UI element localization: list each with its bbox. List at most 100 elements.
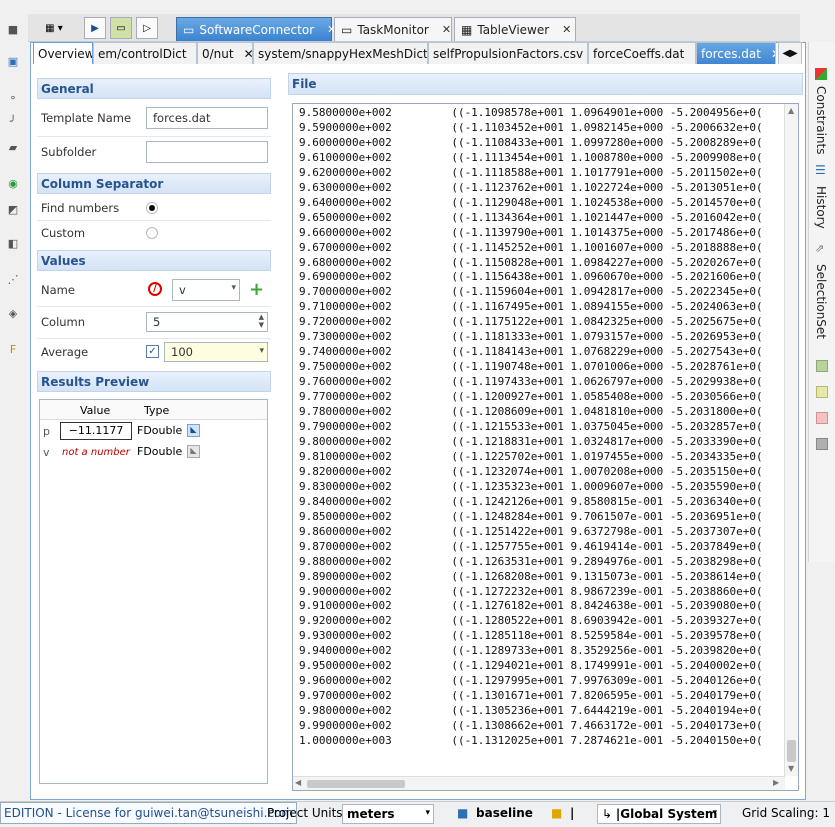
file-line: 9.7600000e+002 ((-1.1197433e+001 1.06267…	[299, 375, 763, 389]
horizontal-scrollbar[interactable]: ◀ ▶	[293, 776, 785, 790]
file-line: 9.8000000e+002 ((-1.1218831e+001 1.03248…	[299, 434, 763, 448]
tab-constraints[interactable]: Constraints	[810, 86, 832, 154]
close-icon[interactable]: ✕	[442, 23, 451, 36]
green-swatch-icon[interactable]	[816, 360, 828, 372]
column-stepper[interactable]: 5 ▲ ▼	[146, 312, 268, 332]
status-bar: EDITION - License for guiwei.tan@tsuneis…	[0, 801, 835, 827]
file-line: 9.9500000e+002 ((-1.1294021e+001 8.17499…	[299, 659, 763, 673]
coordinate-system-select[interactable]: ↳ |Global System ▾	[597, 804, 721, 824]
row-value-error[interactable]: not a number	[62, 447, 130, 458]
file-line: 9.9300000e+002 ((-1.1285118e+001 8.52595…	[299, 629, 763, 643]
tab-selection-set[interactable]: SelectionSet	[810, 264, 832, 339]
function-icon[interactable]: F	[6, 342, 20, 356]
scroll-thumb[interactable]	[307, 780, 405, 788]
find-numbers-label: Find numbers	[41, 201, 120, 215]
select-icon[interactable]: ▣	[6, 54, 20, 68]
tab-label: Overview	[38, 46, 93, 61]
chart-icon[interactable]: ◣	[187, 424, 200, 437]
point-icon[interactable]: ∘	[6, 90, 20, 104]
tab-scroll-arrows[interactable]: ◀▶	[778, 42, 802, 64]
layout-menu-icon[interactable]: ▦ ▾	[38, 17, 70, 39]
tab-table-viewer[interactable]: ▦ TableViewer ✕	[454, 17, 576, 41]
folder-icon[interactable]: ■	[6, 22, 20, 36]
custom-radio[interactable]	[146, 227, 158, 239]
tab-forces-dat[interactable]: forces.dat ✕	[696, 42, 776, 64]
close-icon[interactable]: ✕	[562, 23, 571, 36]
pink-swatch-icon[interactable]	[816, 412, 828, 424]
average-checkbox[interactable]: ✓	[146, 345, 159, 358]
gray-swatch-icon[interactable]	[816, 438, 828, 450]
file-viewer[interactable]: 9.5800000e+002 ((-1.1098578e+001 1.09649…	[292, 103, 799, 791]
scroll-left-icon[interactable]: ◀	[295, 778, 301, 787]
tab-self-propulsion-factors[interactable]: selfPropulsionFactors.csv✕	[428, 42, 588, 64]
name-select[interactable]: v ▾	[172, 279, 240, 301]
template-name-field[interactable]: forces.dat	[146, 107, 268, 129]
vertical-scrollbar[interactable]: ▲ ▼	[784, 104, 798, 776]
baseline-text[interactable]: baseline	[476, 806, 533, 820]
scroll-down-icon[interactable]: ▼	[788, 764, 794, 773]
history-icon: ☰	[815, 163, 826, 177]
tab-history[interactable]: History	[810, 186, 832, 229]
yellow-swatch-icon[interactable]	[816, 386, 828, 398]
close-icon[interactable]: ✕	[244, 47, 252, 61]
subfolder-field[interactable]	[146, 141, 268, 163]
add-icon[interactable]: +	[249, 279, 264, 300]
results-table: Value Type p −11.1177 FDouble ◣ v not a …	[39, 399, 268, 784]
tab-snappy-hex-mesh-dict[interactable]: system/snappyHexMeshDict✕	[253, 42, 428, 64]
tab-control-dict[interactable]: em/controlDict✕	[93, 42, 197, 64]
coordinate-system-value: |Global System	[615, 807, 718, 821]
name-value: v	[179, 283, 186, 297]
file-line: 9.7900000e+002 ((-1.1215533e+001 1.03750…	[299, 420, 763, 434]
folder-value[interactable]: |	[570, 806, 574, 820]
constraints-icon	[815, 68, 827, 80]
transform-icon[interactable]: ◈	[6, 306, 20, 320]
row-type: FDouble	[137, 424, 183, 437]
tab-overview[interactable]: Overview	[33, 42, 93, 64]
monitor-icon: ▭	[183, 22, 195, 37]
tab-label: TaskMonitor	[357, 22, 429, 37]
chart-icon[interactable]: ◣	[187, 445, 200, 458]
view-left-button[interactable]: ▶	[84, 17, 106, 39]
scroll-right-icon[interactable]: ▶	[773, 778, 779, 787]
view-run-button[interactable]: ▷	[136, 17, 158, 39]
shape-icon[interactable]: ◉	[6, 176, 20, 190]
average-select[interactable]: 100 ▾	[164, 342, 268, 362]
project-units-select[interactable]: meters ▾	[342, 804, 434, 824]
tab-label: em/controlDict	[98, 46, 187, 61]
section-column-separator: Column Separator	[37, 173, 271, 194]
clear-icon[interactable]: /	[148, 282, 162, 296]
tab-nut[interactable]: 0/nut ✕	[197, 42, 253, 64]
scroll-up-icon[interactable]: ▲	[788, 106, 794, 115]
section-general: General	[37, 78, 271, 99]
row-value[interactable]: −11.1177	[60, 422, 132, 440]
scroll-thumb[interactable]	[787, 740, 796, 762]
measure-icon[interactable]: ⋰	[6, 272, 20, 286]
surface-icon[interactable]: ▰	[6, 140, 20, 154]
file-line: 9.9000000e+002 ((-1.1272232e+001 8.98672…	[299, 584, 763, 598]
file-line: 9.9200000e+002 ((-1.1280522e+001 8.69039…	[299, 614, 763, 628]
tab-label: SelectionSet	[814, 264, 828, 340]
file-line: 9.9100000e+002 ((-1.1276182e+001 8.84246…	[299, 599, 763, 613]
file-line: 9.6500000e+002 ((-1.1134364e+001 1.10214…	[299, 210, 763, 224]
curve-icon[interactable]: ╯	[6, 114, 20, 128]
tab-task-monitor[interactable]: ▭ TaskMonitor ✕	[334, 17, 452, 41]
document-tabs: Overview em/controlDict✕ 0/nut✕ system/s…	[33, 42, 803, 64]
tab-label: selfPropulsionFactors.csv	[433, 46, 584, 61]
average-label: Average	[41, 345, 89, 359]
file-line: 9.6300000e+002 ((-1.1123762e+001 1.10227…	[299, 180, 763, 194]
close-icon[interactable]: ✕	[771, 47, 775, 61]
file-line: 9.6700000e+002 ((-1.1145252e+001 1.10016…	[299, 240, 763, 254]
view-monitor-button[interactable]: ▭	[110, 17, 132, 39]
stepper-arrows-icon[interactable]: ▲ ▼	[259, 313, 264, 329]
grid-scaling-text: Grid Scaling: 1	[742, 806, 830, 820]
tab-software-connector[interactable]: ▭ SoftwareConnector ✕	[176, 17, 336, 41]
plane-icon[interactable]: ◩	[6, 202, 20, 216]
file-line: 9.8300000e+002 ((-1.1235323e+001 1.00096…	[299, 479, 763, 493]
tab-force-coeffs[interactable]: forceCoeffs.dat✕	[588, 42, 696, 64]
tool-icon[interactable]: ◧	[6, 236, 20, 250]
file-line: 9.6800000e+002 ((-1.1150828e+001 1.09842…	[299, 255, 763, 269]
find-numbers-radio[interactable]	[146, 202, 158, 214]
file-line: 9.8600000e+002 ((-1.1251422e+001 9.63727…	[299, 524, 763, 538]
subfolder-label: Subfolder	[41, 145, 97, 159]
tab-label: TableViewer	[477, 22, 550, 37]
